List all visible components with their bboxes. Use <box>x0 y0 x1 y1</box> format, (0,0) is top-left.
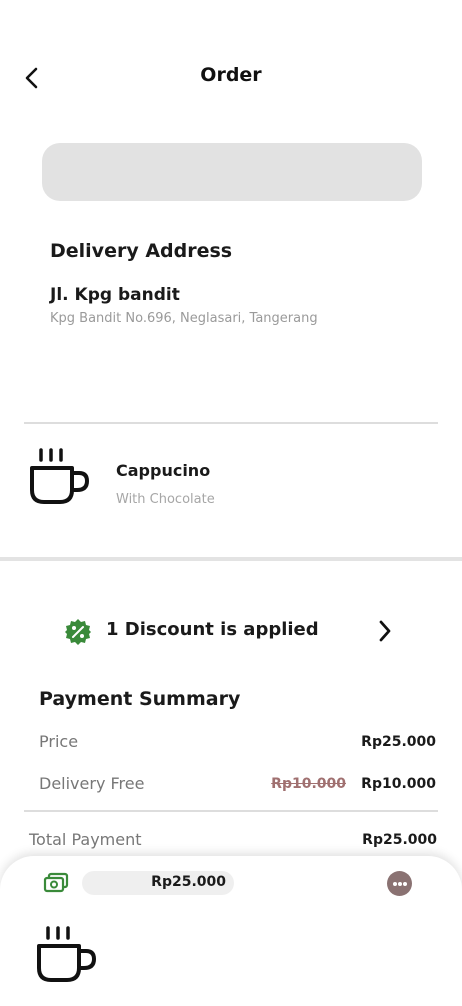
section-divider <box>0 557 462 561</box>
coffee-cup-icon[interactable] <box>34 924 98 984</box>
delivery-address-detail: Kpg Bandit No.696, Neglasari, Tangerang <box>50 311 318 326</box>
chevron-right-icon[interactable] <box>376 618 394 644</box>
delivery-fee-original: Rp10.000 <box>271 776 346 792</box>
coffee-cup-icon <box>30 448 89 504</box>
discount-applied-text[interactable]: 1 Discount is applied <box>106 619 319 640</box>
cash-icon <box>43 872 69 893</box>
item-note: With Chocolate <box>116 492 215 507</box>
divider <box>24 422 438 424</box>
divider <box>24 810 438 812</box>
total-payment-label: Total Payment <box>29 830 142 849</box>
more-options-icon[interactable] <box>387 871 412 896</box>
page-title: Order <box>200 64 262 86</box>
delivery-address-heading: Delivery Address <box>50 240 233 262</box>
item-name: Cappucino <box>116 461 211 480</box>
discount-badge-icon <box>65 619 91 645</box>
delivery-fee-label: Delivery Free <box>39 774 145 793</box>
payment-summary-title: Payment Summary <box>39 688 241 710</box>
price-value: Rp25.000 <box>361 734 436 750</box>
delivery-fee-value: Rp10.000 <box>361 776 436 792</box>
order-type-toggle[interactable] <box>42 143 422 201</box>
price-label: Price <box>39 732 79 751</box>
payment-amount: Rp25.000 <box>151 874 226 890</box>
total-payment-value: Rp25.000 <box>362 832 437 848</box>
delivery-street: Jl. Kpg bandit <box>50 285 180 305</box>
